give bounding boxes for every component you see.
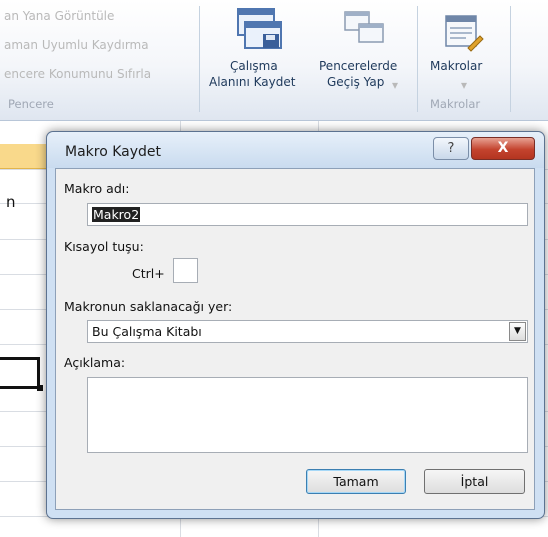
store-macro-label: Makronun saklanacağı yer:: [64, 299, 233, 314]
dialog-titlebar[interactable]: Makro Kaydet ? X: [47, 132, 544, 168]
save-workspace-label-2: Alanını Kaydet: [209, 75, 296, 89]
description-textarea[interactable]: [87, 377, 528, 453]
store-macro-value: Bu Çalışma Kitabı: [92, 324, 202, 339]
cell-text: n: [6, 193, 16, 211]
shortcut-label: Kısayol tuşu:: [64, 239, 144, 254]
shortcut-key-input[interactable]: [173, 258, 198, 283]
ribbon-separator-3: [510, 6, 511, 112]
macro-name-label: Makro adı:: [64, 181, 130, 196]
switch-windows-dropdown-icon: ▾: [392, 78, 399, 92]
save-workspace-label-1: Çalışma: [230, 59, 278, 73]
store-macro-select[interactable]: Bu Çalışma Kitabı ▼: [87, 320, 528, 343]
record-macro-dialog: Makro Kaydet ? X Makro adı: Makro2 Kısay…: [46, 131, 545, 519]
view-side-by-side-item[interactable]: an Yana Görüntüle: [4, 9, 114, 23]
ribbon: an Yana Görüntüle aman Uyumlu Kaydırma e…: [0, 0, 548, 121]
ctrl-label: Ctrl+: [132, 266, 165, 281]
synchronous-scrolling-item[interactable]: aman Uyumlu Kaydırma: [4, 38, 149, 52]
macros-label: Makrolar: [430, 59, 483, 73]
group-label-macros: Makrolar: [430, 97, 481, 111]
close-icon: X: [497, 140, 509, 156]
macro-name-input[interactable]: Makro2: [87, 203, 528, 226]
description-label: Açıklama:: [64, 355, 126, 370]
ribbon-separator: [199, 6, 200, 112]
dropdown-arrow-icon[interactable]: ▼: [509, 322, 526, 341]
help-button[interactable]: ?: [433, 137, 469, 160]
dialog-body: Makro adı: Makro2 Kısayol tuşu: Ctrl+ Ma…: [55, 168, 535, 510]
fill-handle[interactable]: [37, 385, 43, 391]
switch-windows-label-1: Pencerelerde: [319, 59, 398, 73]
selected-cell[interactable]: [0, 357, 40, 389]
macros-dropdown-icon: ▾: [461, 78, 468, 92]
help-icon: ?: [447, 141, 455, 156]
cancel-button[interactable]: İptal: [424, 469, 525, 494]
macro-name-value: Makro2: [92, 207, 141, 222]
switch-windows-icon: [344, 11, 384, 43]
group-label-window: Pencere: [8, 97, 54, 111]
ribbon-separator-2: [417, 6, 418, 112]
reset-window-position-item[interactable]: encere Konumunu Sıfırla: [4, 67, 151, 81]
dialog-title: Makro Kaydet: [65, 144, 162, 160]
close-button[interactable]: X: [471, 137, 535, 160]
selected-column-header: [0, 144, 48, 169]
switch-windows-label-2: Geçiş Yap: [327, 75, 385, 89]
macros-icon: [445, 15, 484, 52]
save-workspace-icon: [237, 8, 282, 49]
ok-button[interactable]: Tamam: [306, 469, 406, 494]
